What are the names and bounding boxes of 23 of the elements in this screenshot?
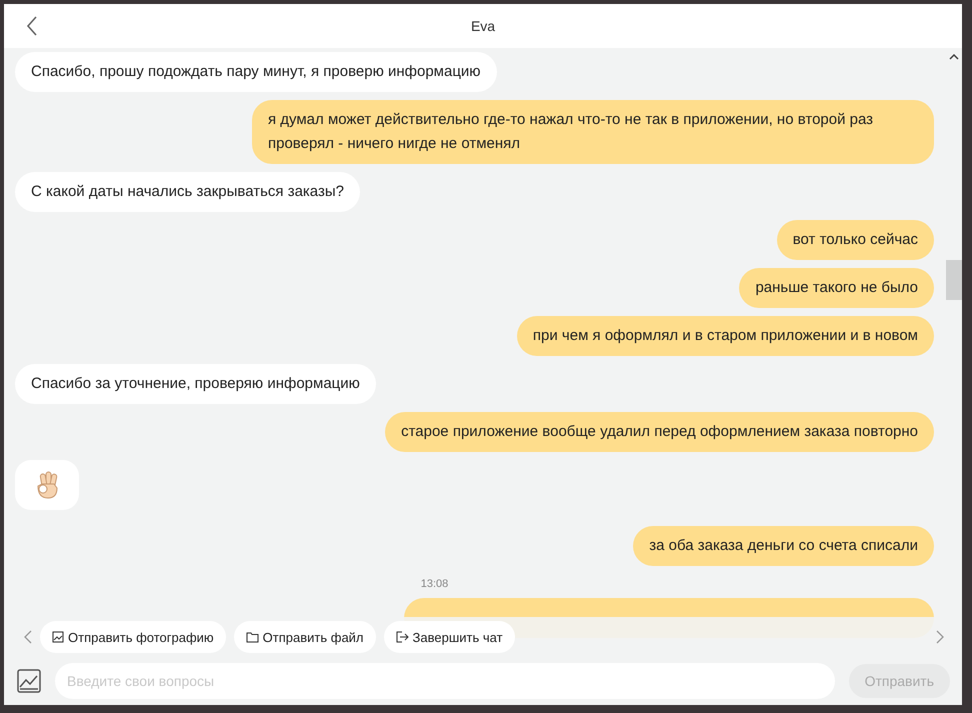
- message-bubble: С какой даты начались закрываться заказы?: [15, 172, 360, 212]
- quick-action-button[interactable]: Отправить файл: [234, 621, 376, 653]
- back-icon[interactable]: [26, 16, 38, 36]
- scrollbar-thumb[interactable]: [946, 260, 962, 300]
- message-bubble: при чем я оформлял и в старом приложении и в новом: [516, 316, 934, 356]
- message-bubble: Спасибо, прошу подождать пару минут, я проверю информацию: [15, 52, 497, 92]
- chevron-right-icon[interactable]: [936, 630, 944, 644]
- timestamp: 13:08: [420, 578, 448, 590]
- message-bubble: старое приложение вообще удалил перед оформлением заказа повторно: [385, 412, 934, 452]
- message-bubble: Спасибо за уточнение, проверяю информацию: [15, 364, 376, 404]
- message-bubble: я думал может действительно где-то нажал что-то не так в приложении, но второй раз проверял - ничего нигде не отменял: [252, 100, 934, 164]
- chevron-left-icon[interactable]: [24, 630, 32, 644]
- folder-icon: [246, 631, 259, 643]
- scroll-up-icon[interactable]: [949, 54, 959, 60]
- message-bubble: вот только сейчас: [776, 220, 934, 260]
- quick-action-button[interactable]: Завершить чат: [384, 621, 515, 653]
- image-icon[interactable]: [17, 669, 41, 693]
- exit-icon: [396, 631, 409, 643]
- image-icon: [52, 631, 64, 643]
- message-bubble: за оба заказа деньги со счета списали: [633, 526, 934, 566]
- chat-title: Eva: [470, 18, 496, 34]
- message-bubble: раньше такого не было: [739, 268, 934, 308]
- quick-action-button[interactable]: Отправить фотографию: [40, 621, 226, 653]
